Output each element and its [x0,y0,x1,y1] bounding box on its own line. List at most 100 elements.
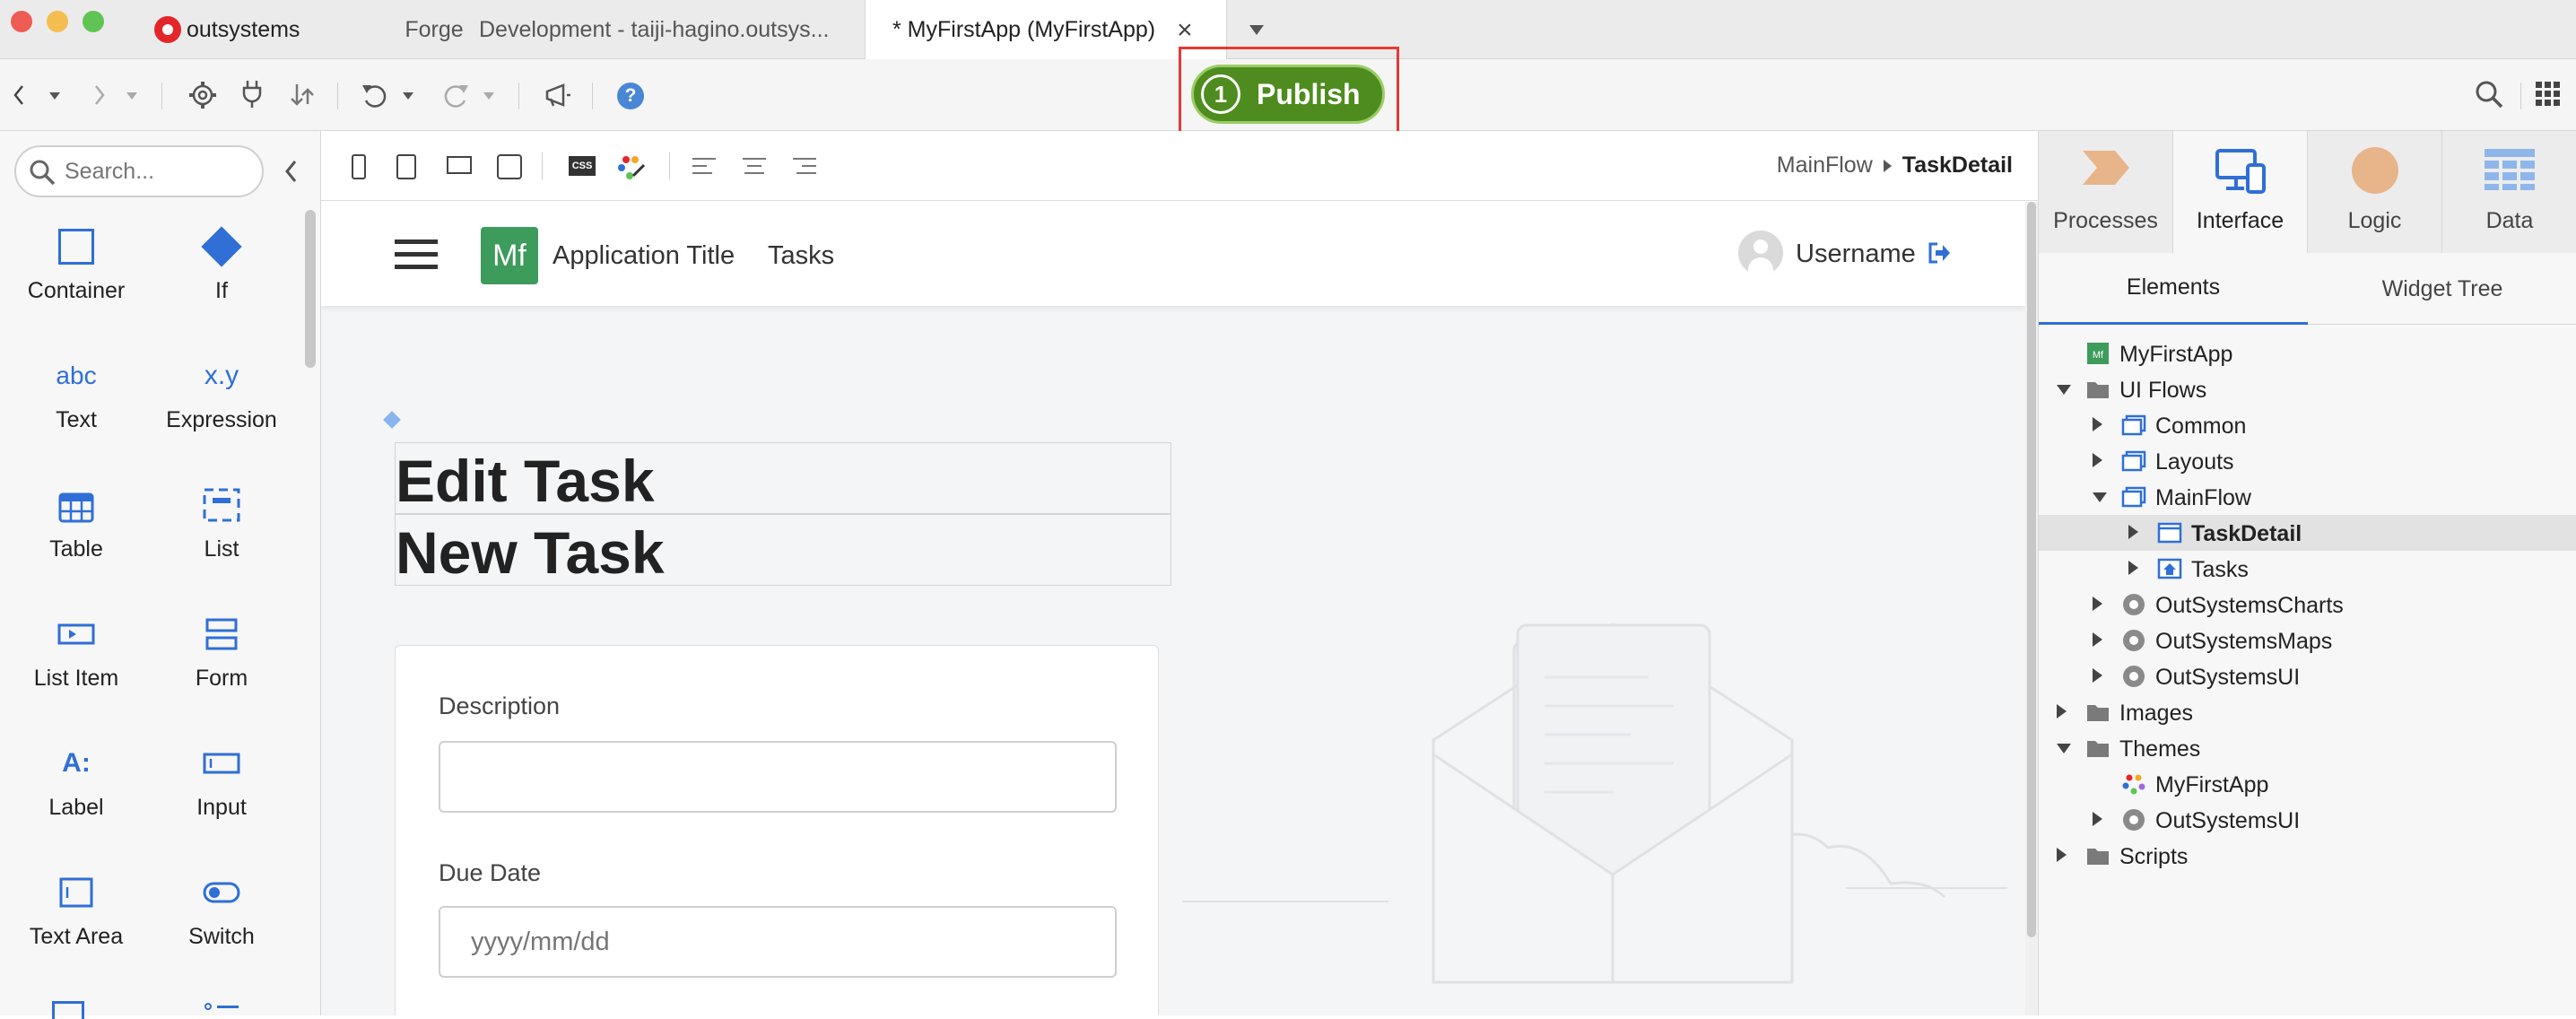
title-container-edit[interactable]: Edit Task [395,442,1171,514]
tab-outsystems-home[interactable]: outsystems [154,0,348,59]
maximize-window-button[interactable] [83,11,104,32]
tree-item-common[interactable]: Common [2039,407,2576,443]
breadcrumb-screen[interactable]: TaskDetail [1902,152,2013,179]
desktop-preview-icon[interactable] [447,156,472,174]
task-form[interactable]: Description Due Date [395,645,1159,1015]
due-date-input[interactable] [439,906,1117,978]
back-history-dropdown-icon[interactable] [48,91,61,100]
hamburger-menu-icon[interactable] [395,240,438,270]
screen-canvas[interactable]: Mf Application Title Tasks Username Edit… [321,202,2025,1015]
theme-editor-icon[interactable] [617,154,646,181]
widget-list[interactable]: List [145,465,298,581]
tree-item-taskdetail[interactable]: TaskDetail [2039,515,2576,551]
toolbox-search-field[interactable] [14,145,264,197]
module-properties-gear-icon[interactable] [188,81,217,109]
announcements-megaphone-icon[interactable] [544,83,572,108]
forward-icon[interactable] [93,84,106,106]
tree-item-myfirstapp[interactable]: MyFirstApp [2039,766,2576,802]
logout-icon[interactable] [1927,241,1952,265]
tree-item-ui-flows[interactable]: UI Flows [2039,371,2576,407]
tab-elements[interactable]: Elements [2039,253,2308,325]
tab-development[interactable]: Development - taiji-hagino.outsys... [479,0,865,59]
tree-item-mainflow[interactable]: MainFlow [2039,479,2576,515]
manage-dependencies-plug-icon[interactable] [240,79,264,109]
widget-partial-icon[interactable] [52,1001,84,1019]
align-left-icon[interactable] [692,156,716,176]
refresh-dependencies-arrows-icon[interactable] [289,81,316,108]
expand-arrow-icon[interactable] [2093,812,2102,826]
tab-logic[interactable]: Logic [2308,131,2442,253]
publish-button[interactable]: 1 Publish [1191,65,1385,124]
app-header[interactable]: Mf Application Title Tasks Username [321,202,2025,306]
expand-arrow-icon[interactable] [2057,848,2067,862]
tree-item-outsystemsui[interactable]: OutSystemsUI [2039,658,2576,694]
tree-item-outsystemscharts[interactable]: OutSystemsCharts [2039,587,2576,623]
canvas-scrollbar[interactable] [2025,202,2038,1015]
align-right-icon[interactable] [793,156,816,176]
align-center-icon[interactable] [743,156,766,176]
tree-item-scripts[interactable]: Scripts [2039,838,2576,874]
redo-icon[interactable] [441,81,470,109]
apps-grid-icon[interactable] [2535,81,2562,108]
widget-partial-icon[interactable] [205,999,240,1017]
css-editor-icon[interactable]: CSS [569,156,596,176]
tablet-preview-icon[interactable] [396,154,416,179]
collapse-toolbox-chevron-icon[interactable] [283,160,298,183]
expand-arrow-icon[interactable] [2093,417,2102,431]
widget-form[interactable]: Form [145,594,298,710]
collapse-arrow-icon[interactable] [2057,744,2071,753]
expand-arrow-icon[interactable] [2093,668,2102,683]
toolbar-divider [518,83,519,109]
expand-arrow-icon[interactable] [2128,525,2138,539]
widget-switch[interactable]: Switch [145,852,298,969]
tree-item-layouts[interactable]: Layouts [2039,443,2576,479]
widget-label-item[interactable]: A: Label [0,723,152,840]
undo-icon[interactable] [361,81,389,109]
search-icon[interactable] [2474,79,2504,109]
toolbox-scrollbar[interactable] [305,210,316,368]
widget-input[interactable]: Input [145,723,298,840]
tree-item-outsystemsui[interactable]: OutSystemsUI [2039,802,2576,838]
widget-list-item[interactable]: List Item [0,594,152,710]
tree-item-outsystemsmaps[interactable]: OutSystemsMaps [2039,623,2576,658]
tree-item-tasks[interactable]: Tasks [2039,551,2576,587]
widget-table[interactable]: Table [0,465,152,581]
back-icon[interactable] [13,84,25,106]
tab-interface[interactable]: Interface [2173,131,2308,253]
expand-arrow-icon[interactable] [2128,561,2138,575]
expand-arrow-icon[interactable] [2093,453,2102,467]
widget-text-area[interactable]: Text Area [0,852,152,969]
tab-data[interactable]: Data [2442,131,2576,253]
close-window-button[interactable] [11,11,32,32]
close-tab-icon[interactable]: × [1177,15,1193,46]
widget-expression[interactable]: x.y Expression [145,335,298,452]
expand-arrow-icon[interactable] [2093,632,2102,647]
expand-arrow-icon[interactable] [2057,704,2067,719]
tab-processes[interactable]: Processes [2039,131,2173,253]
toolbox-search-input[interactable] [63,156,251,187]
redo-dropdown-icon[interactable] [483,91,495,100]
multi-device-icon[interactable] [497,154,522,179]
tab-myfirstapp[interactable]: * MyFirstApp (MyFirstApp) × [865,0,1227,60]
tab-widget-tree[interactable]: Widget Tree [2308,253,2576,325]
title-container-new[interactable]: New Task [395,514,1171,586]
phone-preview-icon[interactable] [352,154,366,179]
help-icon[interactable]: ? [617,83,644,109]
tree-item-themes[interactable]: Themes [2039,730,2576,766]
minimize-window-button[interactable] [47,11,68,32]
tree-item-myfirstapp[interactable]: Mf MyFirstApp [2039,335,2576,371]
expand-arrow-icon[interactable] [2093,597,2102,611]
tree-item-images[interactable]: Images [2039,694,2576,730]
menu-link-tasks[interactable]: Tasks [768,241,834,271]
description-input[interactable] [439,741,1117,813]
widget-anchor-icon [383,411,401,429]
widget-text[interactable]: abc Text [0,335,152,452]
collapse-arrow-icon[interactable] [2093,492,2107,502]
breadcrumb-flow[interactable]: MainFlow [1777,152,1873,179]
forward-history-dropdown-icon[interactable] [126,91,138,100]
widget-container[interactable]: Container [0,206,152,323]
undo-dropdown-icon[interactable] [402,91,414,100]
collapse-arrow-icon[interactable] [2057,385,2071,395]
tabs-dropdown-icon[interactable] [1249,25,1264,35]
widget-if[interactable]: If [145,206,298,323]
